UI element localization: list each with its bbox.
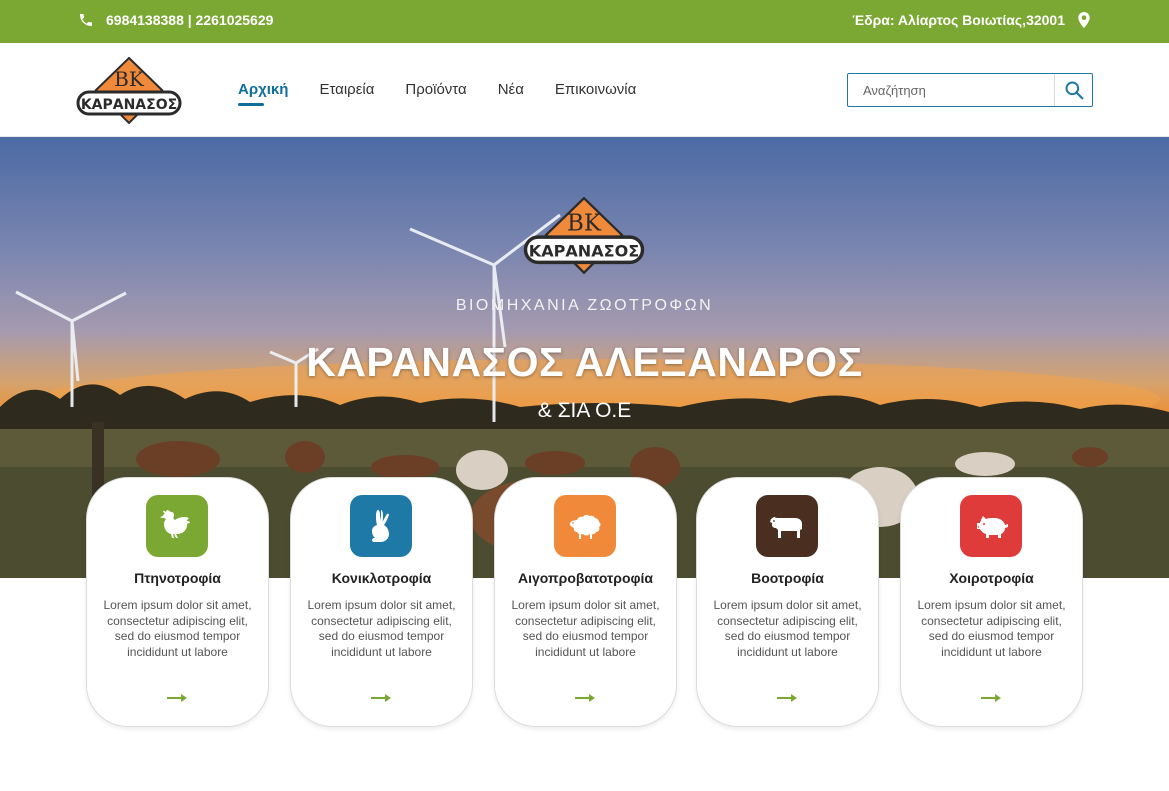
cow-icon bbox=[770, 517, 802, 538]
card-description: Lorem ipsum dolor sit amet, consectetur … bbox=[917, 598, 1066, 659]
hero-logo-text: ΚΑΡΑΝΑΣΟΣ bbox=[529, 242, 639, 261]
card-rabbit-farming[interactable]: Κονικλοτροφία Lorem ipsum dolor sit amet… bbox=[290, 477, 473, 727]
card-title: Αιγοπροβατοτροφία bbox=[517, 570, 654, 586]
card-pig-farming[interactable]: Χοιροτροφία Lorem ipsum dolor sit amet, … bbox=[900, 477, 1083, 727]
card-icon-box bbox=[146, 495, 208, 557]
card-title: Πτηνοτροφία bbox=[134, 570, 221, 586]
logo-monogram: BK bbox=[114, 67, 145, 91]
search-box bbox=[847, 73, 1093, 107]
address-info: Έδρα: Αλίαρτος Βοιωτίας,32001 bbox=[852, 12, 1091, 28]
search-button[interactable] bbox=[1054, 74, 1092, 106]
phone-numbers: 6984138388 | 2261025629 bbox=[106, 12, 274, 28]
card-icon-box bbox=[554, 495, 616, 557]
card-title: Βοοτροφία bbox=[751, 570, 824, 586]
card-goat-sheep-farming[interactable]: Αιγοπροβατοτροφία Lorem ipsum dolor sit … bbox=[494, 477, 677, 727]
chicken-icon bbox=[160, 510, 190, 538]
pig-icon bbox=[977, 516, 1008, 538]
card-poultry[interactable]: Πτηνοτροφία Lorem ipsum dolor sit amet, … bbox=[86, 477, 269, 727]
card-description: Lorem ipsum dolor sit amet, consectetur … bbox=[307, 598, 456, 659]
phone-icon bbox=[80, 14, 92, 26]
site-header: BK ΚΑΡΑΝΑΣΟΣ Αρχική Εταιρεία Προϊόντα Νέ… bbox=[0, 43, 1169, 137]
brand-logo[interactable]: BK ΚΑΡΑΝΑΣΟΣ bbox=[76, 57, 182, 125]
phone-contact[interactable]: 6984138388 | 2261025629 bbox=[78, 12, 273, 28]
card-description: Lorem ipsum dolor sit amet, consectetur … bbox=[103, 598, 252, 659]
nav-item-home[interactable]: Αρχική bbox=[238, 81, 288, 106]
arrow-right-icon[interactable] bbox=[776, 692, 798, 704]
sheep-icon bbox=[570, 514, 601, 539]
category-cards: Πτηνοτροφία Lorem ipsum dolor sit amet, … bbox=[86, 477, 1086, 727]
arrow-right-icon[interactable] bbox=[370, 692, 392, 704]
logo-text: ΚΑΡΑΝΑΣΟΣ bbox=[81, 97, 177, 113]
nav-item-company[interactable]: Εταιρεία bbox=[319, 81, 374, 98]
card-icon-box bbox=[350, 495, 412, 557]
arrow-right-icon[interactable] bbox=[980, 692, 1002, 704]
nav-item-news[interactable]: Νέα bbox=[498, 81, 524, 98]
nav-item-products[interactable]: Προϊόντα bbox=[405, 81, 466, 98]
card-description: Lorem ipsum dolor sit amet, consectetur … bbox=[511, 598, 660, 659]
arrow-right-icon[interactable] bbox=[574, 692, 596, 704]
search-icon bbox=[1065, 81, 1083, 100]
card-icon-box bbox=[756, 495, 818, 557]
address-text: Έδρα: Αλίαρτος Βοιωτίας,32001 bbox=[852, 12, 1065, 28]
hero-logo: BK ΚΑΡΑΝΑΣΟΣ bbox=[523, 197, 645, 275]
card-icon-box bbox=[960, 495, 1022, 557]
card-description: Lorem ipsum dolor sit amet, consectetur … bbox=[713, 598, 862, 659]
map-pin-icon bbox=[1078, 12, 1090, 28]
hero-logo-monogram: BK bbox=[567, 210, 602, 236]
search-input[interactable] bbox=[848, 74, 1054, 106]
arrow-right-icon[interactable] bbox=[166, 692, 188, 704]
card-cattle-farming[interactable]: Βοοτροφία Lorem ipsum dolor sit amet, co… bbox=[696, 477, 879, 727]
top-bar: 6984138388 | 2261025629 Έδρα: Αλίαρτος Β… bbox=[0, 0, 1169, 43]
hero-title: ΚΑΡΑΝΑΣΟΣ ΑΛΕΞΑΝΔΡΟΣ bbox=[306, 339, 863, 385]
card-title: Χοιροτροφία bbox=[949, 570, 1034, 586]
card-title: Κονικλοτροφία bbox=[331, 570, 432, 586]
hero-tagline: & ΣΙΑ Ο.Ε bbox=[537, 399, 632, 422]
main-nav: Αρχική Εταιρεία Προϊόντα Νέα Επικοινωνία bbox=[238, 81, 667, 106]
nav-item-contact[interactable]: Επικοινωνία bbox=[555, 81, 636, 98]
hero-subtitle: ΒΙΟΜΗΧΑΝΙΑ ΖΩΟΤΡΟΦΩΝ bbox=[455, 297, 714, 314]
rabbit-icon bbox=[372, 510, 389, 542]
